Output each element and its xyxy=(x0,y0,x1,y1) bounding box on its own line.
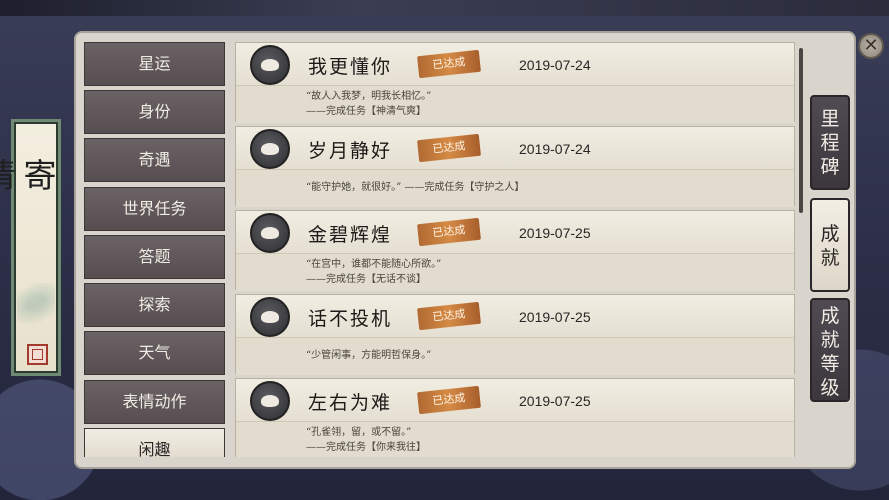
tab-char: 等 xyxy=(820,353,840,375)
achievement-title: 话不投机 xyxy=(308,308,393,330)
card-header: 左右为难 已达成 2019-07-25 xyxy=(236,379,794,421)
category-item[interactable]: 答题 xyxy=(84,235,225,279)
tab-char: 里 xyxy=(820,108,840,130)
quote-line: “能守护她，就很好。” ——完成任务【守护之人】 xyxy=(306,182,525,193)
category-item[interactable]: 身份 xyxy=(84,90,225,134)
status-stamp: 已达成 xyxy=(417,49,481,79)
achievement-date: 2019-07-24 xyxy=(519,57,591,73)
card-body: “少管闲事，方能明哲保身。” xyxy=(236,337,794,375)
tab-achievement[interactable]: 成 就 xyxy=(810,198,850,292)
achievement-quote: “能守护她，就很好。” ——完成任务【守护之人】 xyxy=(306,180,524,195)
category-item[interactable]: 闲趣 xyxy=(84,428,225,457)
card-header: 岁月静好 已达成 2019-07-24 xyxy=(236,127,794,169)
achievement-title: 金碧辉煌 xyxy=(308,224,393,246)
tab-achievement-level[interactable]: 成 就 等 级 xyxy=(810,298,850,402)
card-header: 话不投机 已达成 2019-07-25 xyxy=(236,295,794,337)
tab-char: 程 xyxy=(820,132,840,154)
achievement-title: 左右为难 xyxy=(308,392,393,414)
tab-char: 成 xyxy=(820,223,840,245)
achievement-title: 我更懂你 xyxy=(308,56,393,78)
seal-icon xyxy=(27,344,48,365)
cat-emblem-icon xyxy=(250,129,290,169)
category-list[interactable]: 星运 身份 奇遇 世界任务 答题 探索 天气 表情动作 闲趣 xyxy=(84,42,225,457)
status-stamp: 已达成 xyxy=(417,301,481,331)
quote-line: “少管闲事，方能明哲保身。” xyxy=(306,350,432,361)
category-item[interactable]: 世界任务 xyxy=(84,187,225,231)
cat-emblem-icon xyxy=(250,213,290,253)
achievement-quote: “少管闲事，方能明哲保身。” xyxy=(306,348,431,363)
card-body: “孔雀翎，留，或不留。” ——完成任务【你来我往】 xyxy=(236,421,794,457)
achievement-card[interactable]: 左右为难 已达成 2019-07-25 “孔雀翎，留，或不留。” ——完成任务【… xyxy=(235,378,795,457)
card-body: “故人入我梦，明我长相忆。” ——完成任务【神清气爽】 xyxy=(236,85,794,123)
achievement-card[interactable]: 金碧辉煌 已达成 2019-07-25 “在宫中，谁都不能随心所欲。” ——完成… xyxy=(235,210,795,291)
tab-char: 就 xyxy=(820,329,840,351)
quote-line: “孔雀翎，留，或不留。” xyxy=(306,427,412,438)
status-stamp: 已达成 xyxy=(417,217,481,247)
banner-char: 寄 xyxy=(18,158,57,192)
tab-char: 级 xyxy=(820,377,840,399)
cat-emblem-icon xyxy=(250,45,290,85)
quote-line: ——完成任务【无话不谈】 xyxy=(306,274,426,285)
achievement-date: 2019-07-25 xyxy=(519,309,591,325)
category-item[interactable]: 天气 xyxy=(84,331,225,375)
tab-milestone[interactable]: 里 程 碑 xyxy=(810,95,850,190)
status-stamp: 已达成 xyxy=(417,133,481,163)
tab-char: 碑 xyxy=(820,156,840,178)
achievement-quote: “故人入我梦，明我长相忆。” ——完成任务【神清气爽】 xyxy=(306,89,431,119)
tab-char: 就 xyxy=(820,247,840,269)
category-item[interactable]: 探索 xyxy=(84,283,225,327)
quote-line: “在宫中，谁都不能随心所欲。” xyxy=(306,259,442,270)
achievement-list[interactable]: 我更懂你 已达成 2019-07-24 “故人入我梦，明我长相忆。” ——完成任… xyxy=(234,42,798,457)
cloud-decoration xyxy=(17,283,55,323)
tab-char: 成 xyxy=(820,305,840,327)
quote-line: “故人入我梦，明我长相忆。” xyxy=(306,91,432,102)
achievement-card[interactable]: 岁月静好 已达成 2019-07-24 “能守护她，就很好。” ——完成任务【守… xyxy=(235,126,795,207)
category-item[interactable]: 星运 xyxy=(84,42,225,86)
quote-line: ——完成任务【神清气爽】 xyxy=(306,106,426,117)
top-strip xyxy=(0,0,889,16)
title-banner: 寄 情 天 涯 xyxy=(0,119,61,376)
achievement-quote: “在宫中，谁都不能随心所欲。” ——完成任务【无话不谈】 xyxy=(306,257,441,287)
category-item[interactable]: 表情动作 xyxy=(84,380,225,424)
achievement-title: 岁月静好 xyxy=(308,140,393,162)
card-header: 金碧辉煌 已达成 2019-07-25 xyxy=(236,211,794,253)
cat-emblem-icon xyxy=(250,297,290,337)
achievement-date: 2019-07-24 xyxy=(519,141,591,157)
status-stamp: 已达成 xyxy=(417,385,481,415)
quote-line: ——完成任务【你来我往】 xyxy=(306,442,426,453)
cat-emblem-icon xyxy=(250,381,290,421)
achievement-quote: “孔雀翎，留，或不留。” ——完成任务【你来我往】 xyxy=(306,425,426,455)
achievement-date: 2019-07-25 xyxy=(519,393,591,409)
banner-char: 情 xyxy=(0,158,16,192)
card-body: “在宫中，谁都不能随心所欲。” ——完成任务【无话不谈】 xyxy=(236,253,794,291)
achievement-card[interactable]: 话不投机 已达成 2019-07-25 “少管闲事，方能明哲保身。” xyxy=(235,294,795,375)
list-scrollbar[interactable] xyxy=(799,48,803,213)
achievement-date: 2019-07-25 xyxy=(519,225,591,241)
banner-title: 寄 情 天 涯 xyxy=(0,158,58,192)
card-body: “能守护她，就很好。” ——完成任务【守护之人】 xyxy=(236,169,794,207)
close-button[interactable]: ✕ xyxy=(858,33,884,59)
achievement-card[interactable]: 我更懂你 已达成 2019-07-24 “故人入我梦，明我长相忆。” ——完成任… xyxy=(235,42,795,123)
card-header: 我更懂你 已达成 2019-07-24 xyxy=(236,43,794,85)
category-item[interactable]: 奇遇 xyxy=(84,138,225,182)
